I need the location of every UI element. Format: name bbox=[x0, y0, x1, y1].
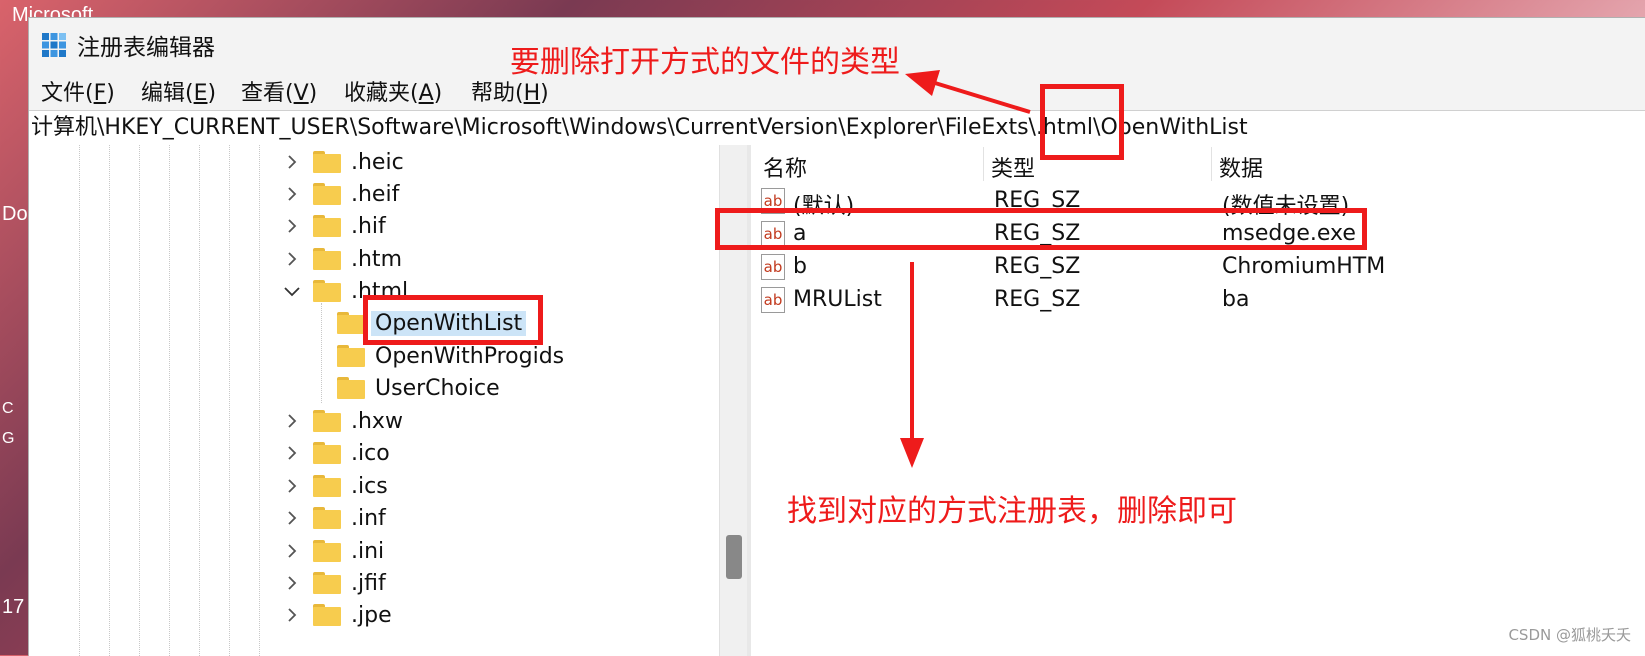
tree-item-label: .jpe bbox=[351, 602, 392, 628]
column-header-data[interactable]: 数据 bbox=[1219, 151, 1263, 183]
tree-item[interactable]: .ics bbox=[281, 470, 392, 502]
tree-item-label: .ini bbox=[351, 538, 385, 564]
folder-icon bbox=[313, 410, 341, 432]
column-header-name[interactable]: 名称 bbox=[763, 151, 807, 183]
registry-editor-window: 注册表编辑器 文件(F) 编辑(E) 查看(V) 收藏夹(A) 帮助(H) 计算… bbox=[28, 17, 1645, 656]
tree-guide-line bbox=[139, 145, 140, 656]
tree-item-label: .hxw bbox=[351, 408, 403, 434]
tree-guide-line bbox=[199, 145, 200, 656]
folder-icon bbox=[337, 345, 365, 367]
tree-item[interactable]: .hif bbox=[281, 210, 390, 242]
chevron-right-icon[interactable] bbox=[281, 151, 303, 173]
folder-icon bbox=[313, 183, 341, 205]
address-bar[interactable]: 计算机\HKEY_CURRENT_USER\Software\Microsoft… bbox=[29, 110, 1645, 146]
folder-icon bbox=[313, 248, 341, 270]
regedit-icon bbox=[42, 33, 66, 57]
value-name: MRUList bbox=[793, 287, 882, 312]
chevron-down-icon[interactable] bbox=[281, 280, 303, 302]
desktop-text-left-3: C bbox=[2, 400, 14, 417]
tree-item-label: .inf bbox=[351, 505, 386, 531]
folder-icon bbox=[337, 312, 365, 334]
chevron-right-icon[interactable] bbox=[281, 507, 303, 529]
folder-icon bbox=[313, 280, 341, 302]
tree-guide-line bbox=[229, 145, 230, 656]
tree-item-label: .heif bbox=[351, 181, 400, 207]
tree-item-label: .ics bbox=[351, 473, 388, 499]
value-data: ChromiumHTM bbox=[1222, 254, 1386, 279]
value-type: REG_SZ bbox=[994, 254, 1081, 279]
annotation-top-note: 要删除打开方式的文件的类型 bbox=[510, 45, 900, 80]
tree-guide-line bbox=[321, 303, 322, 403]
folder-icon bbox=[313, 572, 341, 594]
desktop-text-left-2: 17 bbox=[2, 596, 25, 618]
tree-guide-line bbox=[259, 145, 260, 656]
folder-icon bbox=[313, 540, 341, 562]
tree-item[interactable]: UserChoice bbox=[337, 372, 504, 404]
menu-edit[interactable]: 编辑(E) bbox=[141, 75, 216, 107]
tree-item[interactable]: .heic bbox=[281, 146, 408, 178]
tree-item[interactable]: .jpe bbox=[281, 599, 396, 631]
tree-item-label: .htm bbox=[351, 246, 402, 272]
tree-item-label: .hif bbox=[351, 213, 386, 239]
chevron-right-icon[interactable] bbox=[281, 540, 303, 562]
tree-item[interactable]: .heif bbox=[281, 178, 403, 210]
string-value-icon: ab bbox=[761, 287, 785, 313]
value-name: b bbox=[793, 254, 807, 279]
value-data: ba bbox=[1222, 287, 1250, 312]
tree-item[interactable]: .ico bbox=[281, 437, 394, 469]
menu-view[interactable]: 查看(V) bbox=[241, 75, 317, 107]
chevron-right-icon[interactable] bbox=[281, 410, 303, 432]
chevron-right-icon[interactable] bbox=[281, 183, 303, 205]
annotation-box-html bbox=[1040, 84, 1124, 160]
annotation-bottom-note: 找到对应的方式注册表，删除即可 bbox=[787, 494, 1237, 529]
window-title: 注册表编辑器 bbox=[77, 35, 215, 61]
folder-icon bbox=[313, 475, 341, 497]
watermark: CSDN @狐桃夭夭 bbox=[1508, 626, 1631, 644]
tree-item-label: .jfif bbox=[351, 570, 386, 596]
menu-file[interactable]: 文件(F) bbox=[41, 75, 115, 107]
desktop-text-left-4: G bbox=[2, 430, 15, 447]
column-header-type[interactable]: 类型 bbox=[991, 151, 1035, 183]
annotation-box-value-a bbox=[715, 208, 1367, 250]
folder-icon bbox=[313, 215, 341, 237]
chevron-right-icon[interactable] bbox=[281, 442, 303, 464]
folder-icon bbox=[313, 151, 341, 173]
key-tree: .heic .heif .hif .htm .html OpenWithList bbox=[29, 145, 719, 656]
value-type: REG_SZ bbox=[994, 287, 1081, 312]
scrollbar-thumb[interactable] bbox=[726, 535, 742, 579]
menu-favorites[interactable]: 收藏夹(A) bbox=[344, 75, 442, 107]
tree-item[interactable]: .inf bbox=[281, 502, 390, 534]
tree-item[interactable]: .ini bbox=[281, 535, 388, 567]
tree-item[interactable]: .hxw bbox=[281, 405, 407, 437]
chevron-right-icon[interactable] bbox=[281, 248, 303, 270]
tree-item[interactable]: .htm bbox=[281, 243, 406, 275]
column-divider[interactable] bbox=[983, 147, 984, 181]
tree-guide-line bbox=[109, 145, 110, 656]
tree-guide-line bbox=[79, 145, 80, 656]
annotation-box-openwithlist bbox=[363, 295, 543, 345]
tree-item-label: UserChoice bbox=[375, 375, 500, 401]
folder-icon bbox=[313, 604, 341, 626]
column-divider[interactable] bbox=[1211, 147, 1212, 181]
tree-item-label: .ico bbox=[351, 440, 390, 466]
desktop-text-left-1: Do bbox=[2, 203, 28, 225]
folder-icon bbox=[313, 442, 341, 464]
folder-icon bbox=[337, 377, 365, 399]
tree-guide-line bbox=[169, 145, 170, 656]
chevron-right-icon[interactable] bbox=[281, 215, 303, 237]
chevron-right-icon[interactable] bbox=[281, 475, 303, 497]
folder-icon bbox=[313, 507, 341, 529]
value-row[interactable]: ab b REG_SZ ChromiumHTM bbox=[751, 251, 1645, 284]
tree-item-label: .heic bbox=[351, 149, 404, 175]
tree-item[interactable]: .jfif bbox=[281, 567, 390, 599]
chevron-right-icon[interactable] bbox=[281, 572, 303, 594]
chevron-right-icon[interactable] bbox=[281, 604, 303, 626]
value-row[interactable]: ab MRUList REG_SZ ba bbox=[751, 284, 1645, 317]
tree-item-label: OpenWithProgids bbox=[375, 343, 565, 369]
string-value-icon: ab bbox=[761, 254, 785, 280]
